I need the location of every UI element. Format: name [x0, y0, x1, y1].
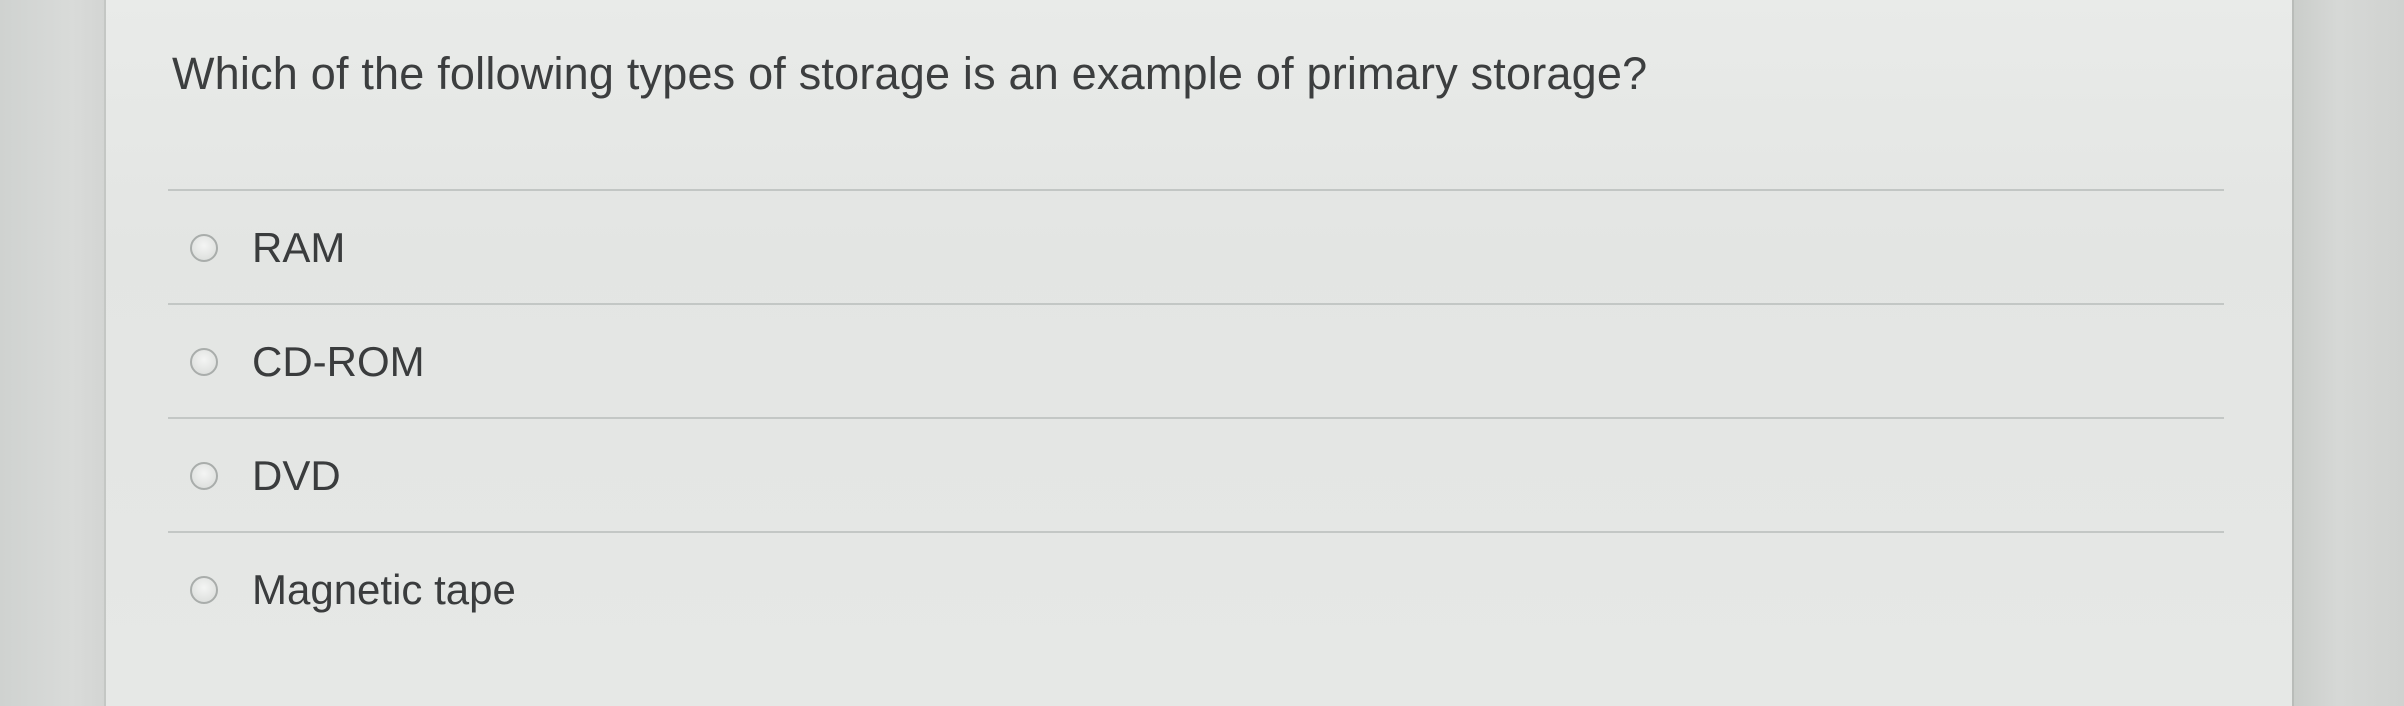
question-text: Which of the following types of storage … [172, 48, 1648, 99]
radio-button-icon[interactable] [190, 576, 218, 604]
right-margin [2294, 0, 2404, 706]
radio-button-icon[interactable] [190, 462, 218, 490]
radio-button-icon[interactable] [190, 234, 218, 262]
question-panel: Which of the following types of storage … [104, 0, 2294, 706]
option-label[interactable]: RAM [252, 224, 345, 272]
option-ram[interactable]: RAM [168, 191, 2224, 305]
answer-options: RAM CD-ROM DVD Magnetic tape [168, 191, 2224, 647]
left-margin [0, 0, 104, 706]
option-label[interactable]: Magnetic tape [252, 566, 516, 614]
option-label[interactable]: CD-ROM [252, 338, 425, 386]
option-magnetic-tape[interactable]: Magnetic tape [168, 533, 2224, 647]
radio-button-icon[interactable] [190, 348, 218, 376]
option-cd-rom[interactable]: CD-ROM [168, 305, 2224, 419]
option-dvd[interactable]: DVD [168, 419, 2224, 533]
option-label[interactable]: DVD [252, 452, 341, 500]
